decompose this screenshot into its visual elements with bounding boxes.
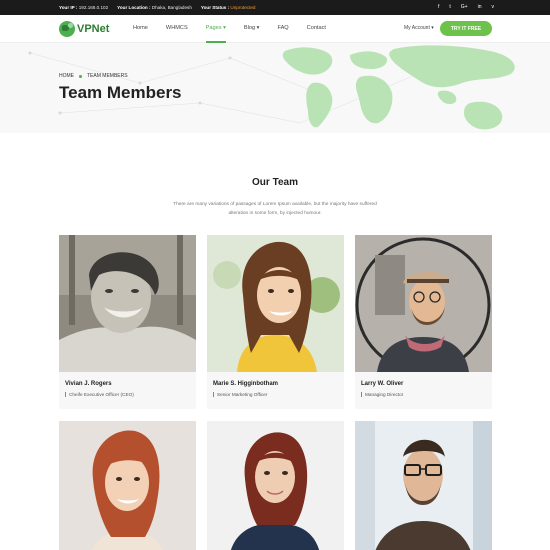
vimeo-icon[interactable]: v xyxy=(492,4,495,10)
team-photo xyxy=(355,235,492,372)
nav-item-home[interactable]: Home xyxy=(133,25,148,31)
status-value: Unprotected xyxy=(230,5,256,10)
google-plus-icon[interactable]: G+ xyxy=(461,4,468,10)
member-role: Senior Marketing Officer xyxy=(213,392,267,397)
team-photo xyxy=(207,421,344,550)
nav-menu: Home WHMCS Pages ▾ Blog ▾ FAQ Contact xyxy=(133,25,344,43)
top-info-bar: Your IP : 192.168.0.102 Your Location : … xyxy=(0,0,550,15)
connection-info: Your IP : 192.168.0.102 Your Location : … xyxy=(59,5,255,10)
team-info: Marie S. Higginbotham Senior Marketing O… xyxy=(207,372,344,409)
ip-info: Your IP : 192.168.0.102 xyxy=(59,5,109,10)
breadcrumb-separator-icon xyxy=(79,74,82,78)
member-role: Cheife Executive Officer (CEO) xyxy=(65,392,134,397)
team-info: Larry W. Oliver Managing Director xyxy=(355,372,492,409)
member-name: Vivian J. Rogers xyxy=(65,381,112,387)
nav-item-blog[interactable]: Blog ▾ xyxy=(244,25,260,31)
location-info: Your Location : Dhaka, Bangladesh xyxy=(117,5,192,10)
linkedin-icon[interactable]: in xyxy=(478,4,482,10)
page-hero: HOME TEAM MEMBERS Team Members xyxy=(0,43,550,133)
section-description: There are many variations of passages of… xyxy=(173,202,377,216)
member-role: Managing Director xyxy=(361,392,403,397)
team-photo xyxy=(59,235,196,372)
member-name: Marie S. Higginbotham xyxy=(213,381,279,387)
breadcrumb: HOME TEAM MEMBERS xyxy=(59,73,128,79)
social-links: f t G+ in v xyxy=(438,4,494,10)
globe-icon xyxy=(59,21,75,37)
facebook-icon[interactable]: f xyxy=(438,4,439,10)
team-photo xyxy=(207,235,344,372)
logo-text: VPNet xyxy=(77,23,110,35)
nav-item-whmcs[interactable]: WHMCS xyxy=(166,25,188,31)
nav-item-faq[interactable]: FAQ xyxy=(277,25,288,31)
page-title: Team Members xyxy=(59,83,182,102)
logo[interactable]: VPNet xyxy=(59,21,109,37)
status-info: Your Status : Unprotected xyxy=(200,5,256,10)
team-photo xyxy=(355,421,492,550)
nav-item-pages[interactable]: Pages ▾ xyxy=(205,25,227,43)
my-account-dropdown[interactable]: My Account ▾ xyxy=(404,25,434,31)
nav-item-contact[interactable]: Contact xyxy=(307,25,326,31)
twitter-icon[interactable]: t xyxy=(449,4,450,10)
team-photo xyxy=(59,421,196,550)
member-name: Larry W. Oliver xyxy=(361,381,404,387)
section-title: Our Team xyxy=(252,177,298,188)
breadcrumb-current: TEAM MEMBERS xyxy=(87,73,128,79)
breadcrumb-home[interactable]: HOME xyxy=(59,73,74,79)
main-navigation: VPNet Home WHMCS Pages ▾ Blog ▾ FAQ Cont… xyxy=(0,15,550,43)
try-it-free-button[interactable]: TRY IT FREE xyxy=(440,21,492,36)
team-info: Vivian J. Rogers Cheife Executive Office… xyxy=(59,372,196,409)
